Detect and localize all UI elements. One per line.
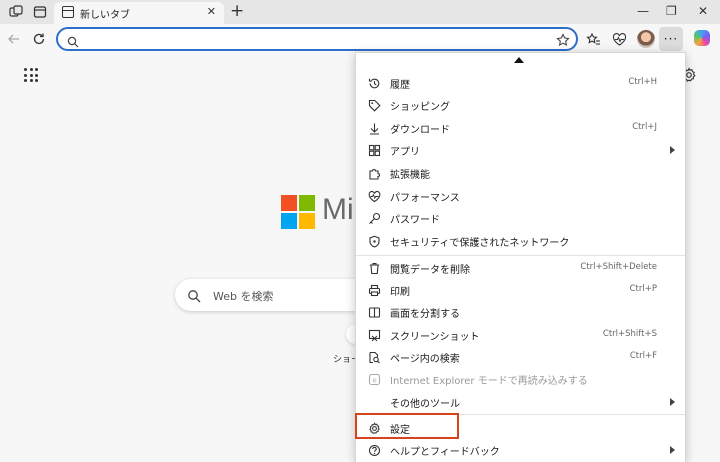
tab-strip: 新しいタブ ✕ + — ❐ ✕ bbox=[0, 0, 720, 24]
logo-blue-square bbox=[281, 213, 297, 229]
workspaces-icon[interactable] bbox=[8, 4, 24, 20]
menu-separator bbox=[356, 255, 685, 256]
ie-mode-icon: e bbox=[367, 372, 381, 386]
window-close-button[interactable]: ✕ bbox=[698, 4, 708, 18]
menu-item-screenshot[interactable]: スクリーンショット Ctrl+Shift+S bbox=[356, 324, 685, 346]
menu-item-performance[interactable]: パフォーマンス bbox=[356, 185, 685, 207]
tag-icon bbox=[367, 98, 381, 112]
menu-item-label: その他のツール bbox=[390, 399, 460, 410]
key-icon bbox=[367, 211, 381, 225]
copilot-icon[interactable] bbox=[694, 30, 710, 46]
submenu-arrow-icon bbox=[670, 446, 675, 454]
refresh-icon[interactable] bbox=[30, 30, 48, 48]
new-tab-button[interactable]: + bbox=[230, 1, 244, 21]
menu-item-label: ダウンロード bbox=[390, 125, 450, 136]
menu-item-shopping[interactable]: ショッピング bbox=[356, 94, 685, 116]
favorite-star-icon[interactable] bbox=[556, 32, 570, 51]
menu-item-shortcut: Ctrl+P bbox=[629, 284, 657, 294]
trash-icon bbox=[367, 261, 381, 275]
menu-collapse-caret-icon[interactable] bbox=[514, 57, 524, 63]
settings-and-more-button[interactable]: ··· bbox=[659, 27, 683, 51]
menu-item-apps[interactable]: アプリ bbox=[356, 139, 685, 161]
menu-item-label: 履歴 bbox=[390, 80, 410, 91]
heart-pulse-icon bbox=[367, 189, 381, 203]
microsoft-wordmark: Mi bbox=[322, 193, 354, 226]
shield-icon bbox=[367, 234, 381, 248]
menu-item-label: ヘルプとフィードバック bbox=[390, 447, 500, 458]
logo-green-square bbox=[299, 195, 315, 211]
menu-item-label: 閲覧データを削除 bbox=[390, 265, 470, 276]
menu-item-label: セキュリティで保護されたネットワーク bbox=[390, 238, 570, 249]
screenshot-icon bbox=[367, 328, 381, 342]
address-input[interactable] bbox=[84, 31, 544, 47]
minimize-button[interactable]: — bbox=[637, 4, 649, 18]
settings-and-more-menu: 履歴 Ctrl+H ショッピング ダウンロード Ctrl+J アプリ 拡張機能 … bbox=[355, 52, 686, 462]
menu-item-label: ショッピング bbox=[390, 102, 450, 113]
submenu-arrow-icon bbox=[670, 146, 675, 154]
tab-new-tab[interactable]: 新しいタブ ✕ bbox=[54, 2, 224, 24]
new-tab-favicon-icon bbox=[62, 6, 74, 18]
performance-icon[interactable] bbox=[610, 30, 628, 48]
tab-title: 新しいタブ bbox=[80, 10, 130, 21]
app-launcher-icon[interactable] bbox=[24, 68, 38, 82]
menu-item-shortcut: Ctrl+Shift+S bbox=[602, 329, 657, 339]
vertical-tabs-icon[interactable] bbox=[32, 4, 48, 20]
menu-item-find-on-page[interactable]: ページ内の検索 Ctrl+F bbox=[356, 346, 685, 368]
logo-yellow-square bbox=[299, 213, 315, 229]
logo-red-square bbox=[281, 195, 297, 211]
menu-item-label: 拡張機能 bbox=[390, 170, 430, 181]
apps-icon bbox=[367, 143, 381, 157]
menu-item-downloads[interactable]: ダウンロード Ctrl+J bbox=[356, 117, 685, 139]
menu-item-extensions[interactable]: 拡張機能 bbox=[356, 162, 685, 184]
menu-item-shortcut: Ctrl+Shift+Delete bbox=[580, 262, 657, 272]
svg-text:e: e bbox=[372, 376, 376, 384]
menu-item-print[interactable]: 印刷 Ctrl+P bbox=[356, 279, 685, 301]
puzzle-icon bbox=[367, 166, 381, 180]
profile-avatar[interactable] bbox=[637, 30, 655, 48]
toolbar bbox=[0, 24, 720, 54]
split-screen-icon bbox=[367, 305, 381, 319]
menu-item-label: 画面を分割する bbox=[390, 309, 460, 320]
favorites-collection-icon[interactable] bbox=[584, 30, 602, 48]
restore-button[interactable]: ❐ bbox=[666, 4, 677, 18]
address-bar[interactable] bbox=[56, 27, 578, 51]
menu-item-passwords[interactable]: パスワード bbox=[356, 207, 685, 229]
help-icon bbox=[367, 443, 381, 457]
tab-close-button[interactable]: ✕ bbox=[207, 5, 216, 18]
find-icon bbox=[367, 350, 381, 364]
menu-item-split-screen[interactable]: 画面を分割する bbox=[356, 301, 685, 323]
menu-item-label: パフォーマンス bbox=[390, 193, 460, 204]
menu-item-more-tools[interactable]: その他のツール bbox=[356, 391, 685, 413]
menu-item-secure-network[interactable]: セキュリティで保護されたネットワーク bbox=[356, 230, 685, 252]
back-icon[interactable] bbox=[5, 30, 23, 48]
menu-item-help-and-feedback[interactable]: ヘルプとフィードバック bbox=[356, 439, 685, 461]
download-icon bbox=[367, 121, 381, 135]
printer-icon bbox=[367, 283, 381, 297]
submenu-arrow-icon bbox=[670, 398, 675, 406]
menu-item-label: パスワード bbox=[390, 215, 440, 226]
web-search-placeholder: Web を検索 bbox=[213, 290, 274, 303]
menu-item-label: ページ内の検索 bbox=[390, 354, 460, 365]
menu-item-shortcut: Ctrl+H bbox=[628, 77, 657, 87]
menu-item-label: 印刷 bbox=[390, 287, 410, 298]
menu-item-shortcut: Ctrl+J bbox=[632, 122, 657, 132]
web-search-box[interactable]: Web を検索 bbox=[175, 279, 375, 311]
menu-item-ie-mode: e Internet Explorer モードで再読み込みする bbox=[356, 368, 685, 390]
menu-item-clear-browsing-data[interactable]: 閲覧データを削除 Ctrl+Shift+Delete bbox=[356, 257, 685, 279]
history-icon bbox=[367, 76, 381, 90]
settings-highlight-box bbox=[355, 413, 459, 439]
menu-item-label: スクリーンショット bbox=[390, 332, 480, 343]
menu-item-history[interactable]: 履歴 Ctrl+H bbox=[356, 72, 685, 94]
search-icon bbox=[67, 33, 79, 52]
web-search-icon bbox=[187, 288, 201, 307]
menu-item-label: Internet Explorer モードで再読み込みする bbox=[390, 376, 588, 387]
menu-item-label: アプリ bbox=[390, 147, 420, 158]
menu-item-shortcut: Ctrl+F bbox=[629, 351, 657, 361]
microsoft-logo bbox=[281, 195, 315, 229]
